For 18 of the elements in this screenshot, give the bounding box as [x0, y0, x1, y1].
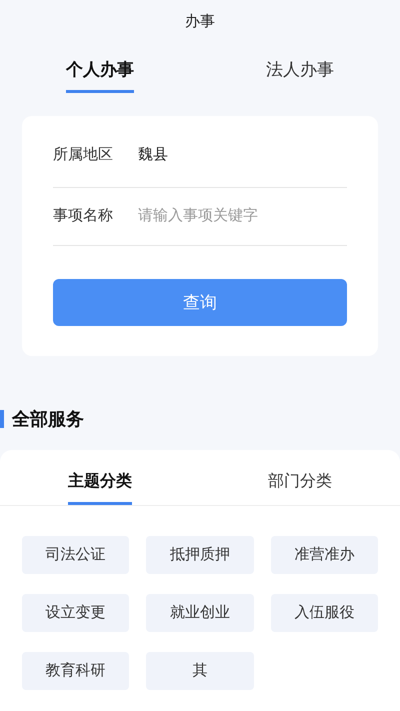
section-title: 全部服务 — [12, 408, 84, 430]
category-button[interactable]: 设立变更 — [22, 594, 130, 632]
category-button[interactable]: 其 — [146, 652, 254, 690]
field-label: 所属地区 — [53, 145, 113, 166]
region-value[interactable]: 魏县 — [138, 144, 168, 167]
tab[interactable]: 部门分类 — [200, 450, 400, 505]
category-button[interactable]: 抵押质押 — [146, 536, 254, 574]
page-title: 办事 — [185, 12, 215, 32]
category-button[interactable]: 准营准办 — [270, 536, 378, 574]
field-label: 事项名称 — [53, 206, 113, 226]
category-button[interactable]: 就业创业 — [146, 594, 254, 632]
category-button[interactable]: 教育科研 — [22, 652, 130, 690]
category-button[interactable]: 入伍服役 — [270, 594, 378, 632]
input-field[interactable]: 请输入事项关键字 — [138, 205, 347, 228]
tab[interactable]: 个人办事 — [0, 44, 200, 106]
category-button[interactable]: 司法公证 — [22, 536, 130, 574]
tab[interactable]: 主题分类 — [0, 450, 200, 505]
tab[interactable]: 法人办事 — [200, 44, 400, 106]
